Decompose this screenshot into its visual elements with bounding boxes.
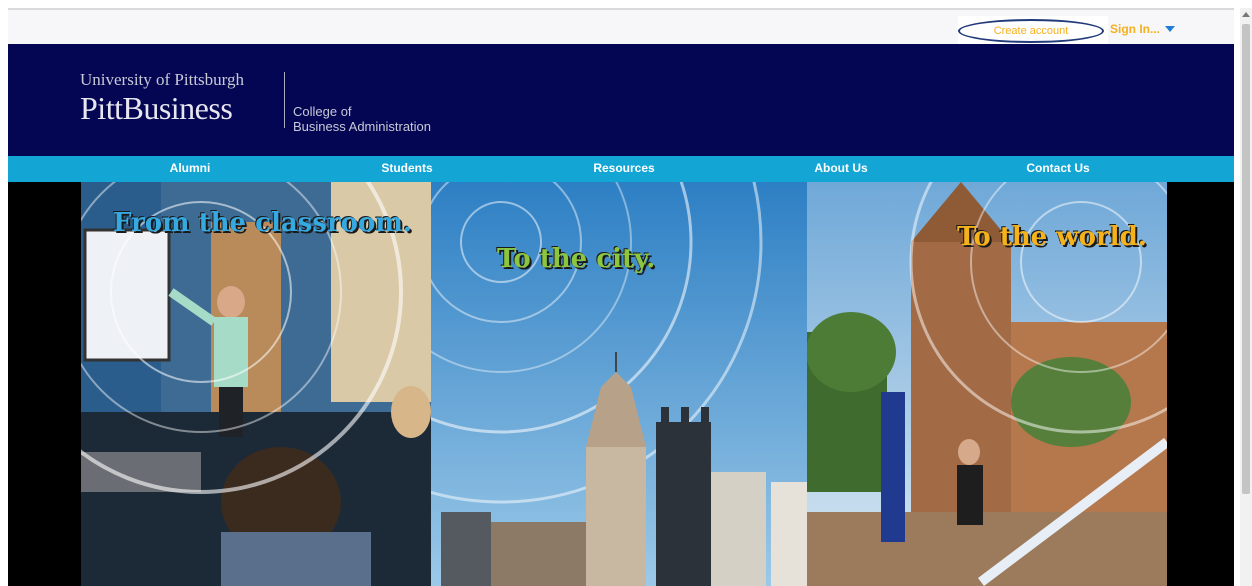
caret-down-icon[interactable] <box>1165 26 1175 32</box>
brand-logo-text[interactable]: PittBusiness <box>80 90 233 127</box>
nav-item-about-us[interactable]: About Us <box>814 161 867 175</box>
hero-panel2-text: To the city. <box>497 244 656 274</box>
classroom-photo <box>81 182 431 586</box>
college-name: College of Business Administration <box>293 104 431 134</box>
nav-item-students[interactable]: Students <box>381 161 432 175</box>
top-utility-bar: Create account Sign In... <box>8 8 1234 46</box>
university-name: University of Pittsburgh <box>80 70 245 89</box>
scroll-up-arrow-icon[interactable] <box>1242 12 1250 17</box>
browser-viewport: Create account Sign In... University of … <box>8 8 1234 586</box>
college-line-2: Business Administration <box>293 119 432 134</box>
hero-banner[interactable]: From the classroom. To the city. To the … <box>81 182 1167 586</box>
account-box: Create account <box>958 16 1108 46</box>
hero-panel1-text: From the classroom. <box>113 208 412 238</box>
hero-panel3-text: To the world. <box>957 222 1147 252</box>
logo-divider <box>284 72 285 128</box>
main-nav: Alumni Students Resources About Us Conta… <box>8 156 1234 182</box>
scrollbar-thumb[interactable] <box>1242 24 1250 494</box>
create-account-button[interactable]: Create account <box>958 19 1104 43</box>
site-header: University of Pittsburgh PittBusiness Co… <box>8 44 1234 156</box>
college-line-1: College of <box>293 104 352 119</box>
sign-in-link[interactable]: Sign In... <box>1110 22 1160 36</box>
nav-item-alumni[interactable]: Alumni <box>170 161 211 175</box>
nav-item-contact-us[interactable]: Contact Us <box>1026 161 1089 175</box>
nav-item-resources[interactable]: Resources <box>593 161 654 175</box>
